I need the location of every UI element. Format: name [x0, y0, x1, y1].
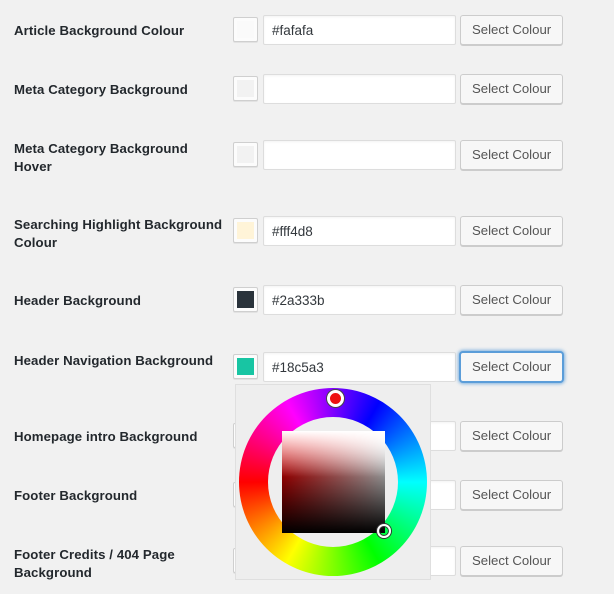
color-swatch[interactable] [233, 354, 258, 379]
color-wheel[interactable] [236, 385, 430, 579]
hex-color-input[interactable] [263, 15, 456, 45]
saturation-value-marker-handle[interactable] [377, 524, 391, 538]
row-label: Homepage intro Background [14, 429, 198, 444]
row-label: Footer Background [14, 488, 138, 503]
color-settings-page: Article Background Colour Select Colour … [0, 0, 614, 594]
hex-color-input[interactable] [263, 352, 456, 382]
hex-color-input[interactable] [263, 285, 456, 315]
row-label: Article Background Colour [14, 23, 185, 38]
select-colour-button[interactable]: Select Colour [460, 216, 564, 246]
hue-marker-handle[interactable] [327, 390, 344, 407]
select-colour-button[interactable]: Select Colour [460, 480, 564, 510]
saturation-value-square[interactable] [282, 431, 385, 533]
select-colour-button[interactable]: Select Colour [460, 352, 564, 382]
row-label: Searching Highlight Background Colour [14, 217, 223, 250]
color-swatch-fill [237, 291, 254, 308]
select-colour-button[interactable]: Select Colour [460, 140, 564, 170]
select-colour-button[interactable]: Select Colour [460, 15, 564, 45]
row-label: Meta Category Background [14, 82, 188, 97]
color-swatch[interactable] [233, 142, 258, 167]
color-swatch[interactable] [233, 218, 258, 243]
select-colour-button[interactable]: Select Colour [460, 421, 564, 451]
hex-color-input[interactable] [263, 140, 456, 170]
row-label: Footer Credits / 404 Page Background [14, 547, 175, 580]
select-colour-button[interactable]: Select Colour [460, 546, 564, 576]
color-swatch[interactable] [233, 17, 258, 42]
color-picker-panel[interactable] [235, 384, 431, 580]
row-label: Meta Category Background Hover [14, 141, 188, 174]
color-swatch[interactable] [233, 287, 258, 312]
color-swatch-fill [237, 358, 254, 375]
color-swatch-fill [237, 21, 254, 38]
color-swatch-fill [237, 80, 254, 97]
row-label: Header Background [14, 293, 142, 308]
color-swatch-fill [237, 222, 254, 239]
select-colour-button[interactable]: Select Colour [460, 285, 564, 315]
row-label: Header Navigation Background [14, 353, 214, 368]
color-swatch[interactable] [233, 76, 258, 101]
hex-color-input[interactable] [263, 74, 456, 104]
color-swatch-fill [237, 146, 254, 163]
hex-color-input[interactable] [263, 216, 456, 246]
select-colour-button[interactable]: Select Colour [460, 74, 564, 104]
